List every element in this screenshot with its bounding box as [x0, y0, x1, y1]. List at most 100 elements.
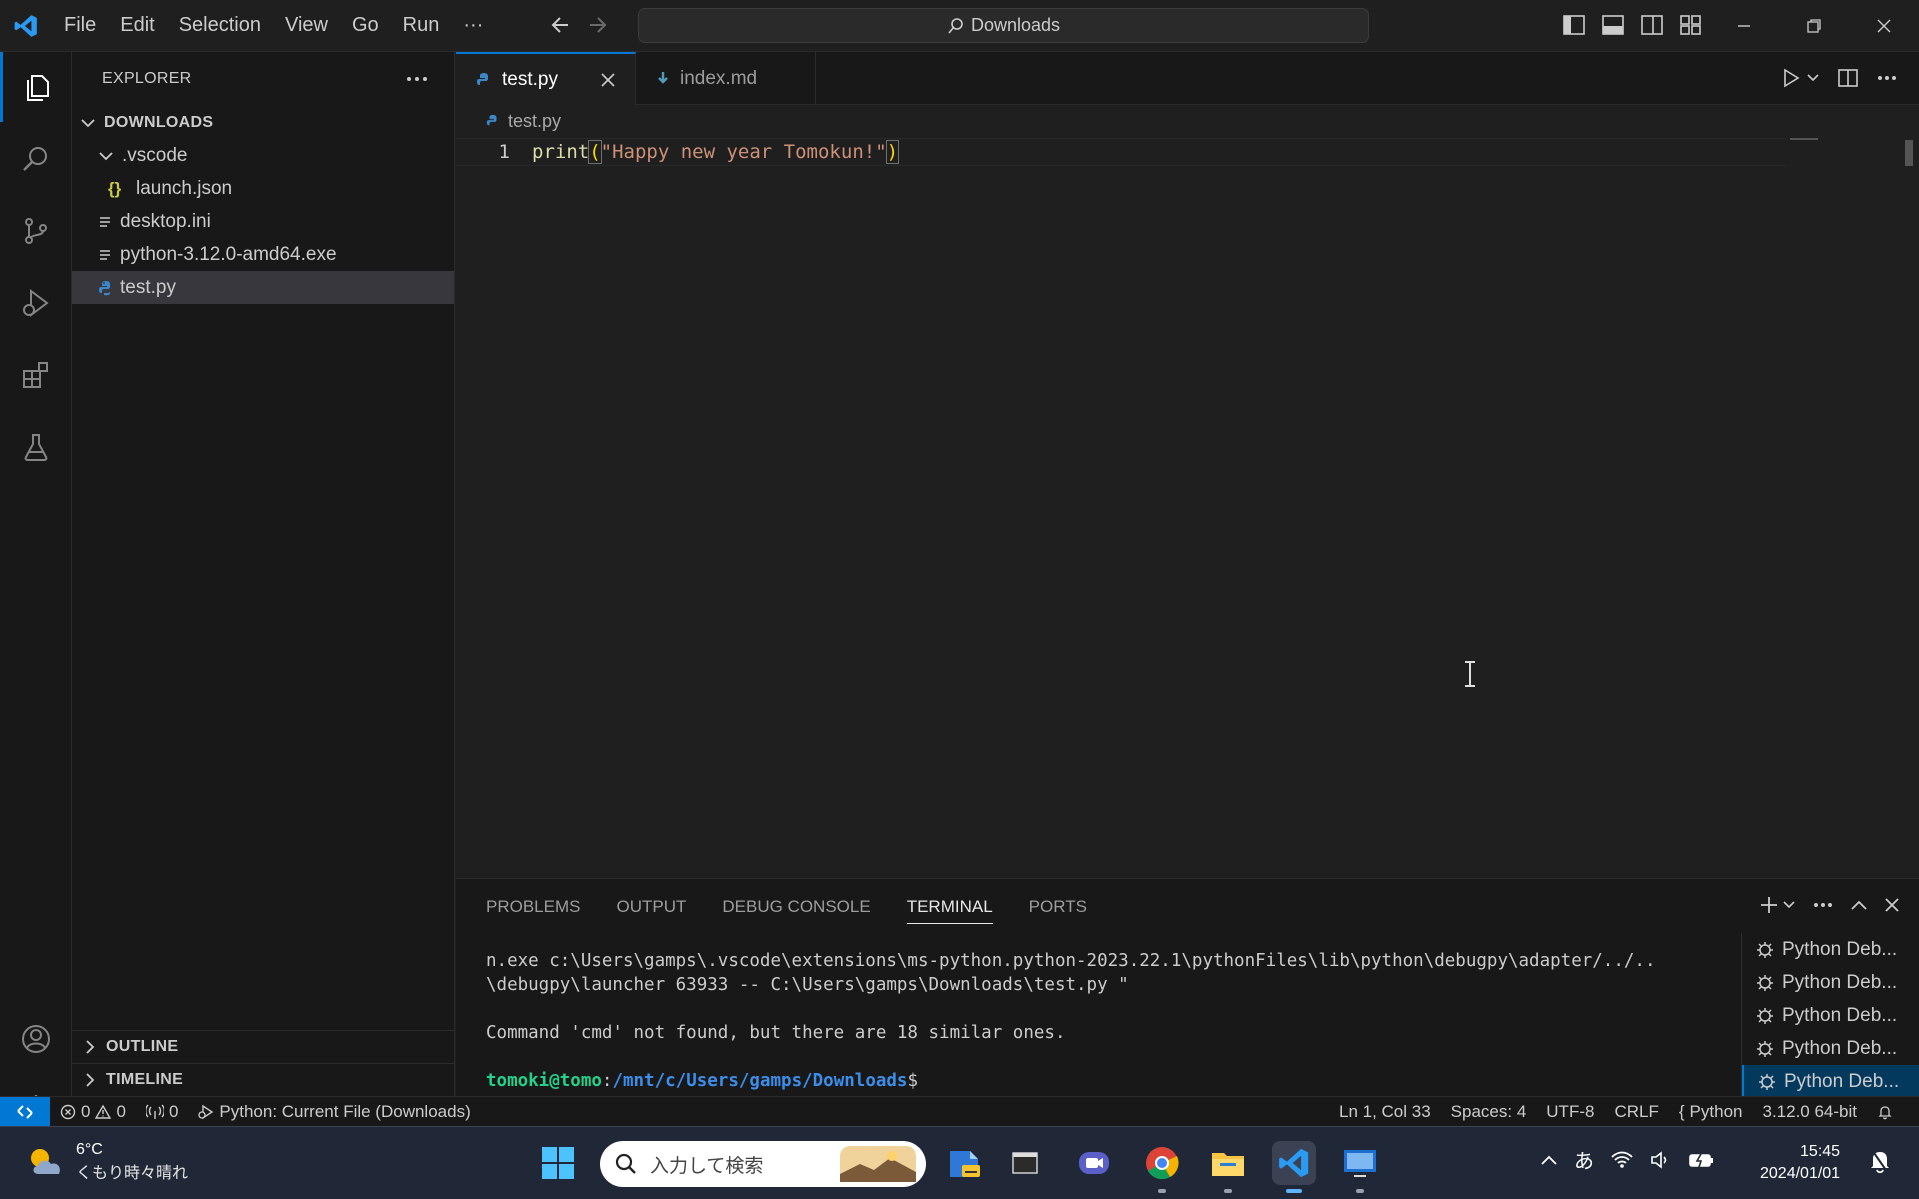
tab-debug-console[interactable]: DEBUG CONSOLE [722, 897, 870, 917]
tab-index-md[interactable]: index.md [636, 52, 816, 105]
code-line[interactable]: 1 print("Happy new year Tomokun!") [456, 138, 1786, 166]
tree-item-label: python-3.12.0-amd64.exe [120, 243, 337, 265]
customize-layout-icon[interactable] [1679, 14, 1703, 36]
restore-button[interactable] [1779, 0, 1849, 52]
editor-scrollbar[interactable] [1905, 140, 1913, 166]
battery-icon[interactable] [1688, 1151, 1714, 1169]
tree-item-launch-json[interactable]: {} launch.json [72, 172, 454, 205]
split-editor-icon[interactable] [1837, 68, 1859, 88]
menu-edit[interactable]: Edit [108, 0, 166, 52]
chevron-down-icon[interactable] [1783, 901, 1795, 909]
menu-view[interactable]: View [273, 0, 340, 52]
taskbar-search-box[interactable]: 入力して検索 [600, 1141, 926, 1187]
close-tab-icon[interactable] [601, 72, 615, 87]
run-debug-icon[interactable] [0, 268, 72, 338]
tab-output[interactable]: OUTPUT [616, 897, 686, 917]
tab-ports[interactable]: PORTS [1029, 897, 1087, 917]
file-lines-icon [98, 248, 120, 262]
app-remote-desktop-icon[interactable] [1338, 1141, 1382, 1193]
terminal-output[interactable]: n.exe c:\Users\gamps\.vscode\extensions\… [486, 949, 1655, 1093]
ports-status[interactable]: 0 [136, 1102, 188, 1122]
source-control-icon[interactable] [0, 196, 72, 266]
breadcrumb[interactable]: test.py [456, 106, 561, 136]
terminal-list-label: Python Deb... [1782, 1004, 1898, 1026]
editor-tab-bar: test.py index.md [456, 52, 1919, 105]
folder-root-label: DOWNLOADS [104, 113, 214, 131]
app-chrome-icon[interactable] [1140, 1141, 1184, 1193]
folder-root-downloads[interactable]: DOWNLOADS [72, 106, 454, 139]
interpreter-status[interactable]: 3.12.0 64-bit [1752, 1102, 1867, 1122]
toggle-primary-sidebar-icon[interactable] [1562, 14, 1586, 36]
forward-arrow-icon[interactable] [586, 10, 608, 40]
menu-selection[interactable]: Selection [167, 0, 273, 52]
language-label: Python [1689, 1102, 1743, 1121]
windows-start-icon[interactable] [536, 1141, 580, 1185]
encoding-status[interactable]: UTF-8 [1536, 1102, 1604, 1122]
more-actions-icon[interactable] [406, 76, 428, 82]
app-file-explorer-icon[interactable] [1206, 1141, 1250, 1193]
toggle-secondary-sidebar-icon[interactable] [1640, 14, 1664, 36]
volume-icon[interactable] [1650, 1150, 1672, 1170]
terminal-line: n.exe c:\Users\gamps\.vscode\extensions\… [486, 951, 1656, 971]
show-hidden-icons-chevron-up-icon[interactable] [1540, 1154, 1558, 1166]
code-editor[interactable]: 1 print("Happy new year Tomokun!") [456, 138, 1786, 166]
menu-go[interactable]: Go [340, 0, 391, 52]
more-actions-icon[interactable] [1877, 75, 1897, 81]
extensions-icon[interactable] [0, 340, 72, 410]
outline-section[interactable]: OUTLINE [72, 1030, 454, 1063]
tree-item-label: .vscode [122, 144, 188, 166]
command-center-search[interactable]: Downloads [638, 8, 1369, 43]
system-clock[interactable]: 15:45 2024/01/01 [1760, 1141, 1840, 1185]
tree-item-test-py[interactable]: test.py [72, 271, 454, 304]
language-mode[interactable]: { Python [1669, 1102, 1753, 1122]
close-panel-icon[interactable] [1885, 898, 1899, 912]
terminal-list-item[interactable]: Python Deb... [1742, 966, 1919, 999]
tree-item-vscode-folder[interactable]: .vscode [72, 139, 454, 172]
terminal-list-item[interactable]: Python Deb... [1742, 933, 1919, 966]
notifications-bell-icon[interactable] [1867, 1104, 1903, 1120]
accounts-icon[interactable] [0, 1004, 72, 1074]
tab-test-py[interactable]: test.py [456, 52, 636, 105]
tree-item-desktop-ini[interactable]: desktop.ini [72, 205, 454, 238]
terminal-list-item-active[interactable]: Python Deb... [1742, 1065, 1919, 1098]
menu-more[interactable]: ··· [451, 0, 495, 52]
prompt-path: /mnt/c/Users/gamps/Downloads [612, 1071, 908, 1091]
notification-center-icon[interactable] [1868, 1149, 1892, 1175]
minimize-button[interactable] [1709, 0, 1779, 52]
python-icon [98, 280, 120, 296]
timeline-section[interactable]: TIMELINE [72, 1063, 454, 1096]
terminal-list-item[interactable]: Python Deb... [1742, 1032, 1919, 1065]
problems-status[interactable]: 0 0 [50, 1102, 136, 1122]
debug-config-status[interactable]: Python: Current File (Downloads) [188, 1102, 480, 1122]
maximize-panel-chevron-up-icon[interactable] [1851, 900, 1867, 910]
search-activity-icon[interactable] [0, 124, 72, 194]
run-python-file-icon[interactable] [1781, 68, 1801, 88]
tab-problems[interactable]: PROBLEMS [486, 897, 580, 917]
app-preview-icon[interactable] [942, 1141, 986, 1185]
chevron-down-icon[interactable] [1807, 74, 1819, 82]
tree-item-python-installer[interactable]: python-3.12.0-amd64.exe [72, 238, 454, 271]
menu-file[interactable]: File [52, 0, 108, 52]
minimap[interactable] [1790, 136, 1820, 142]
back-arrow-icon[interactable] [550, 10, 572, 40]
new-terminal-plus-icon[interactable] [1759, 895, 1779, 915]
indentation-status[interactable]: Spaces: 4 [1441, 1102, 1537, 1122]
explorer-icon[interactable] [0, 52, 72, 122]
app-vscode-icon[interactable] [1272, 1141, 1316, 1193]
testing-flask-icon[interactable] [0, 412, 72, 482]
tab-terminal[interactable]: TERMINAL [906, 897, 993, 924]
close-window-button[interactable] [1849, 0, 1919, 52]
weather-widget[interactable]: 6°C くもり時々晴れ [26, 1141, 188, 1183]
command-center-text: Downloads [970, 15, 1061, 35]
menu-run[interactable]: Run [391, 0, 452, 52]
app-teams-chat-icon[interactable] [1072, 1141, 1116, 1185]
terminal-list-item[interactable]: Python Deb... [1742, 999, 1919, 1032]
cursor-position[interactable]: Ln 1, Col 33 [1329, 1102, 1441, 1122]
wifi-icon[interactable] [1610, 1150, 1634, 1170]
remote-indicator-icon[interactable] [0, 1096, 50, 1127]
eol-status[interactable]: CRLF [1604, 1102, 1668, 1122]
toggle-panel-icon[interactable] [1601, 14, 1625, 36]
ime-indicator[interactable]: あ [1574, 1145, 1594, 1174]
more-actions-icon[interactable] [1813, 902, 1833, 908]
app-terminal-icon[interactable] [1003, 1141, 1047, 1185]
